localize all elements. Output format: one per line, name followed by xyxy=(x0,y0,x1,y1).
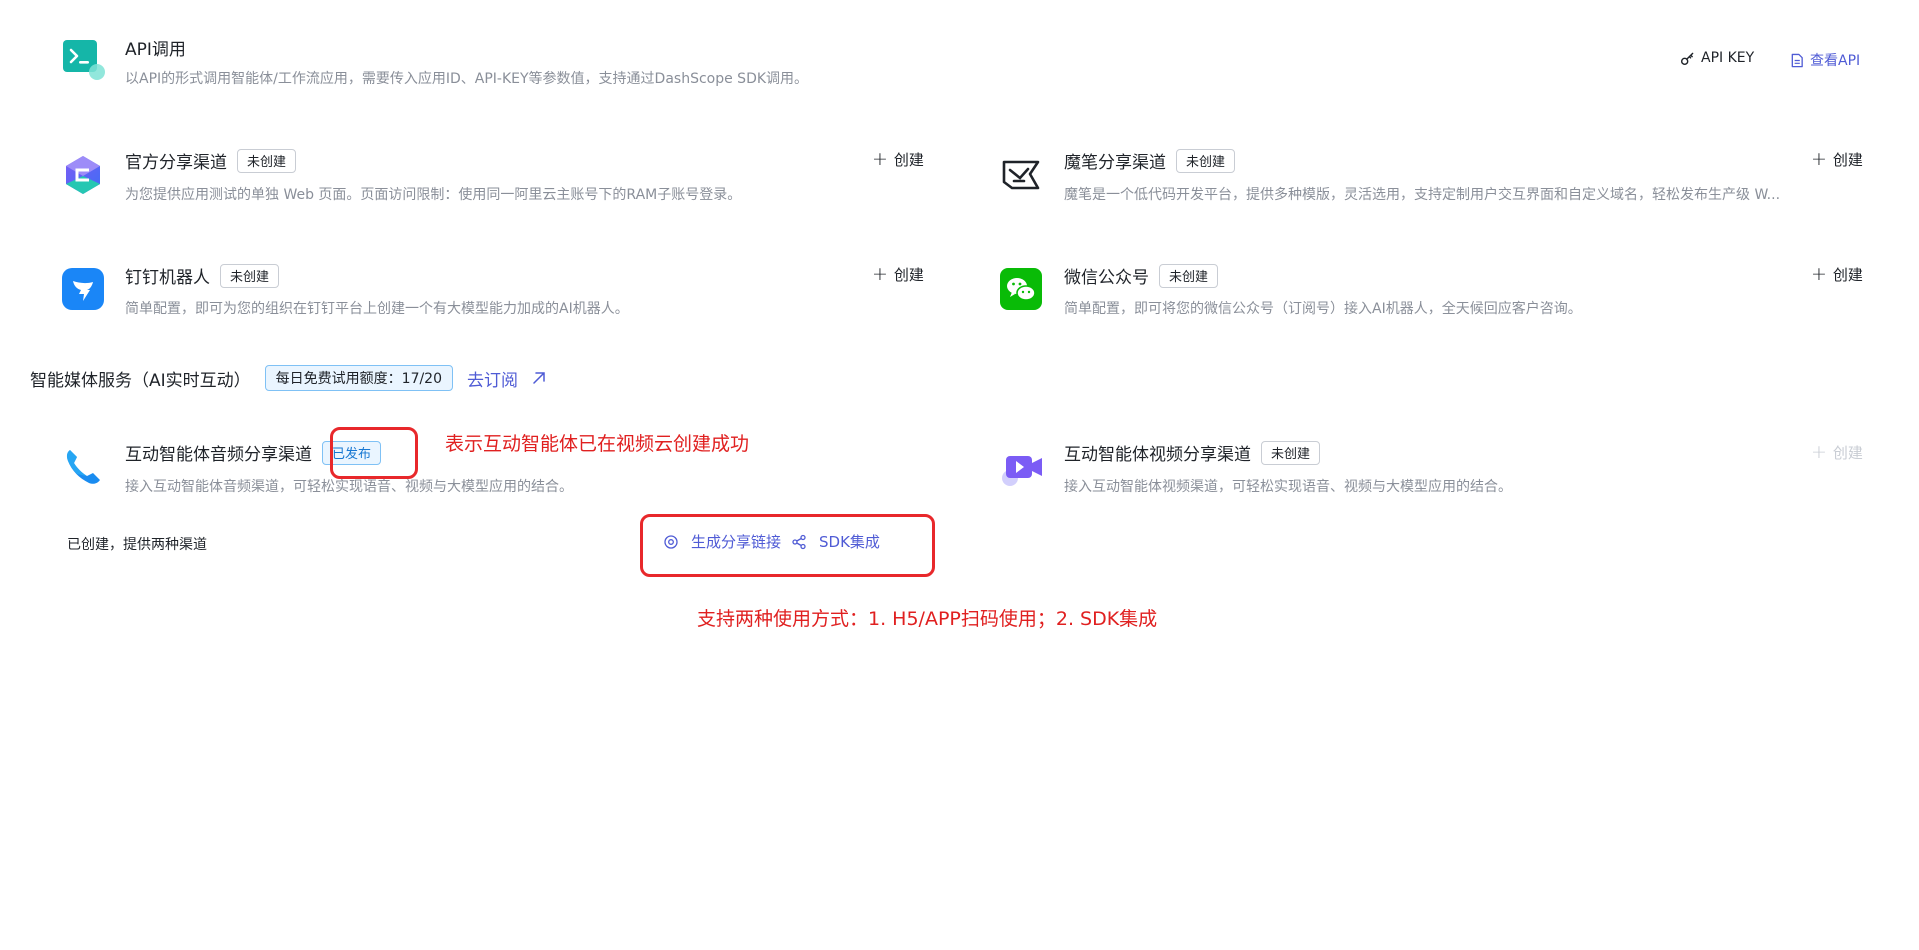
plus-icon: + xyxy=(1811,441,1827,463)
api-key-label: API KEY xyxy=(1701,50,1755,66)
mobi-channel-desc: 魔笔是一个低代码开发平台，提供多种模版，灵活选用，支持定制用户交互界面和自定义域… xyxy=(1064,187,1781,203)
create-label: 创建 xyxy=(893,151,924,169)
video-channel-create-button[interactable]: + 创建 xyxy=(1811,442,1863,463)
plus-icon: + xyxy=(872,263,888,285)
create-label: 创建 xyxy=(1832,444,1863,462)
wechat-channel-header: 微信公众号 未创建 xyxy=(1064,263,1219,288)
mobi-channel-status-badge: 未创建 xyxy=(1176,148,1236,173)
document-icon xyxy=(1791,53,1803,67)
dingtalk-channel-status-badge: 未创建 xyxy=(220,263,280,288)
media-section-title: 智能媒体服务（AI实时互动） xyxy=(30,370,251,391)
media-section-header: 智能媒体服务（AI实时互动） 每日免费试用额度：17/20 去订阅 xyxy=(30,365,548,391)
subscribe-label: 去订阅 xyxy=(467,370,519,391)
video-channel-title: 互动智能体视频分享渠道 xyxy=(1064,445,1251,465)
official-channel-header: 官方分享渠道 未创建 xyxy=(125,148,297,173)
external-arrow-icon xyxy=(533,372,545,384)
official-channel-create-button[interactable]: + 创建 xyxy=(872,149,924,170)
official-channel-icon xyxy=(62,154,104,196)
video-camera-icon xyxy=(1000,446,1042,488)
dingtalk-channel-desc: 简单配置，即可为您的组织在钉钉平台上创建一个有大模型能力加成的AI机器人。 xyxy=(125,301,629,317)
api-title: API调用 xyxy=(125,40,186,60)
dingtalk-icon xyxy=(62,268,104,310)
wechat-icon xyxy=(1000,268,1042,310)
plus-icon: + xyxy=(1811,148,1827,170)
wechat-channel-title: 微信公众号 xyxy=(1064,268,1149,288)
audio-channel-desc: 接入互动智能体音频渠道，可轻松实现语音、视频与大模型应用的结合。 xyxy=(125,479,573,495)
wechat-channel-status-badge: 未创建 xyxy=(1159,263,1219,288)
audio-channel-status-text: 已创建，提供两种渠道 xyxy=(67,537,207,553)
create-label: 创建 xyxy=(893,266,924,284)
video-channel-header: 互动智能体视频分享渠道 未创建 xyxy=(1064,440,1321,465)
official-channel-title: 官方分享渠道 xyxy=(125,153,227,173)
official-channel-status-badge: 未创建 xyxy=(237,148,297,173)
mobi-channel-icon xyxy=(1000,154,1042,196)
dingtalk-channel-create-button[interactable]: + 创建 xyxy=(872,264,924,285)
mobi-channel-create-button[interactable]: + 创建 xyxy=(1811,149,1863,170)
usage-annotation: 支持两种使用方式：1. H5/APP扫码使用；2. SDK集成 xyxy=(697,608,1158,630)
key-icon xyxy=(1680,52,1694,65)
subscribe-link[interactable]: 去订阅 xyxy=(467,366,548,391)
phone-icon xyxy=(62,446,104,488)
audio-channel-title: 互动智能体音频分享渠道 xyxy=(125,445,312,465)
plus-icon: + xyxy=(872,148,888,170)
wechat-channel-create-button[interactable]: + 创建 xyxy=(1811,264,1863,285)
view-api-link[interactable]: 查看API xyxy=(1790,50,1860,70)
actions-highlight-box xyxy=(640,514,935,577)
terminal-icon xyxy=(61,38,105,80)
dingtalk-channel-header: 钉钉机器人 未创建 xyxy=(125,263,280,288)
video-channel-status-badge: 未创建 xyxy=(1261,440,1321,465)
published-annotation: 表示互动智能体已在视频云创建成功 xyxy=(445,433,750,455)
create-label: 创建 xyxy=(1832,151,1863,169)
wechat-channel-desc: 简单配置，即可将您的微信公众号（订阅号）接入AI机器人，全天候回应客户咨询。 xyxy=(1064,301,1582,317)
published-badge-highlight-box xyxy=(330,427,418,479)
api-key-button[interactable]: API KEY xyxy=(1680,50,1754,66)
plus-icon: + xyxy=(1811,263,1827,285)
video-channel-desc: 接入互动智能体视频渠道，可轻松实现语音、视频与大模型应用的结合。 xyxy=(1064,479,1512,495)
dingtalk-channel-title: 钉钉机器人 xyxy=(125,268,210,288)
create-label: 创建 xyxy=(1832,266,1863,284)
official-channel-desc: 为您提供应用测试的单独 Web 页面。页面访问限制：使用同一阿里云主账号下的RA… xyxy=(125,187,742,203)
free-quota-badge: 每日免费试用额度：17/20 xyxy=(264,365,454,391)
view-api-label: 查看API xyxy=(1810,53,1861,69)
api-desc: 以API的形式调用智能体/工作流应用，需要传入应用ID、API-KEY等参数值，… xyxy=(125,71,809,87)
mobi-channel-title: 魔笔分享渠道 xyxy=(1064,153,1166,173)
mobi-channel-header: 魔笔分享渠道 未创建 xyxy=(1064,148,1236,173)
